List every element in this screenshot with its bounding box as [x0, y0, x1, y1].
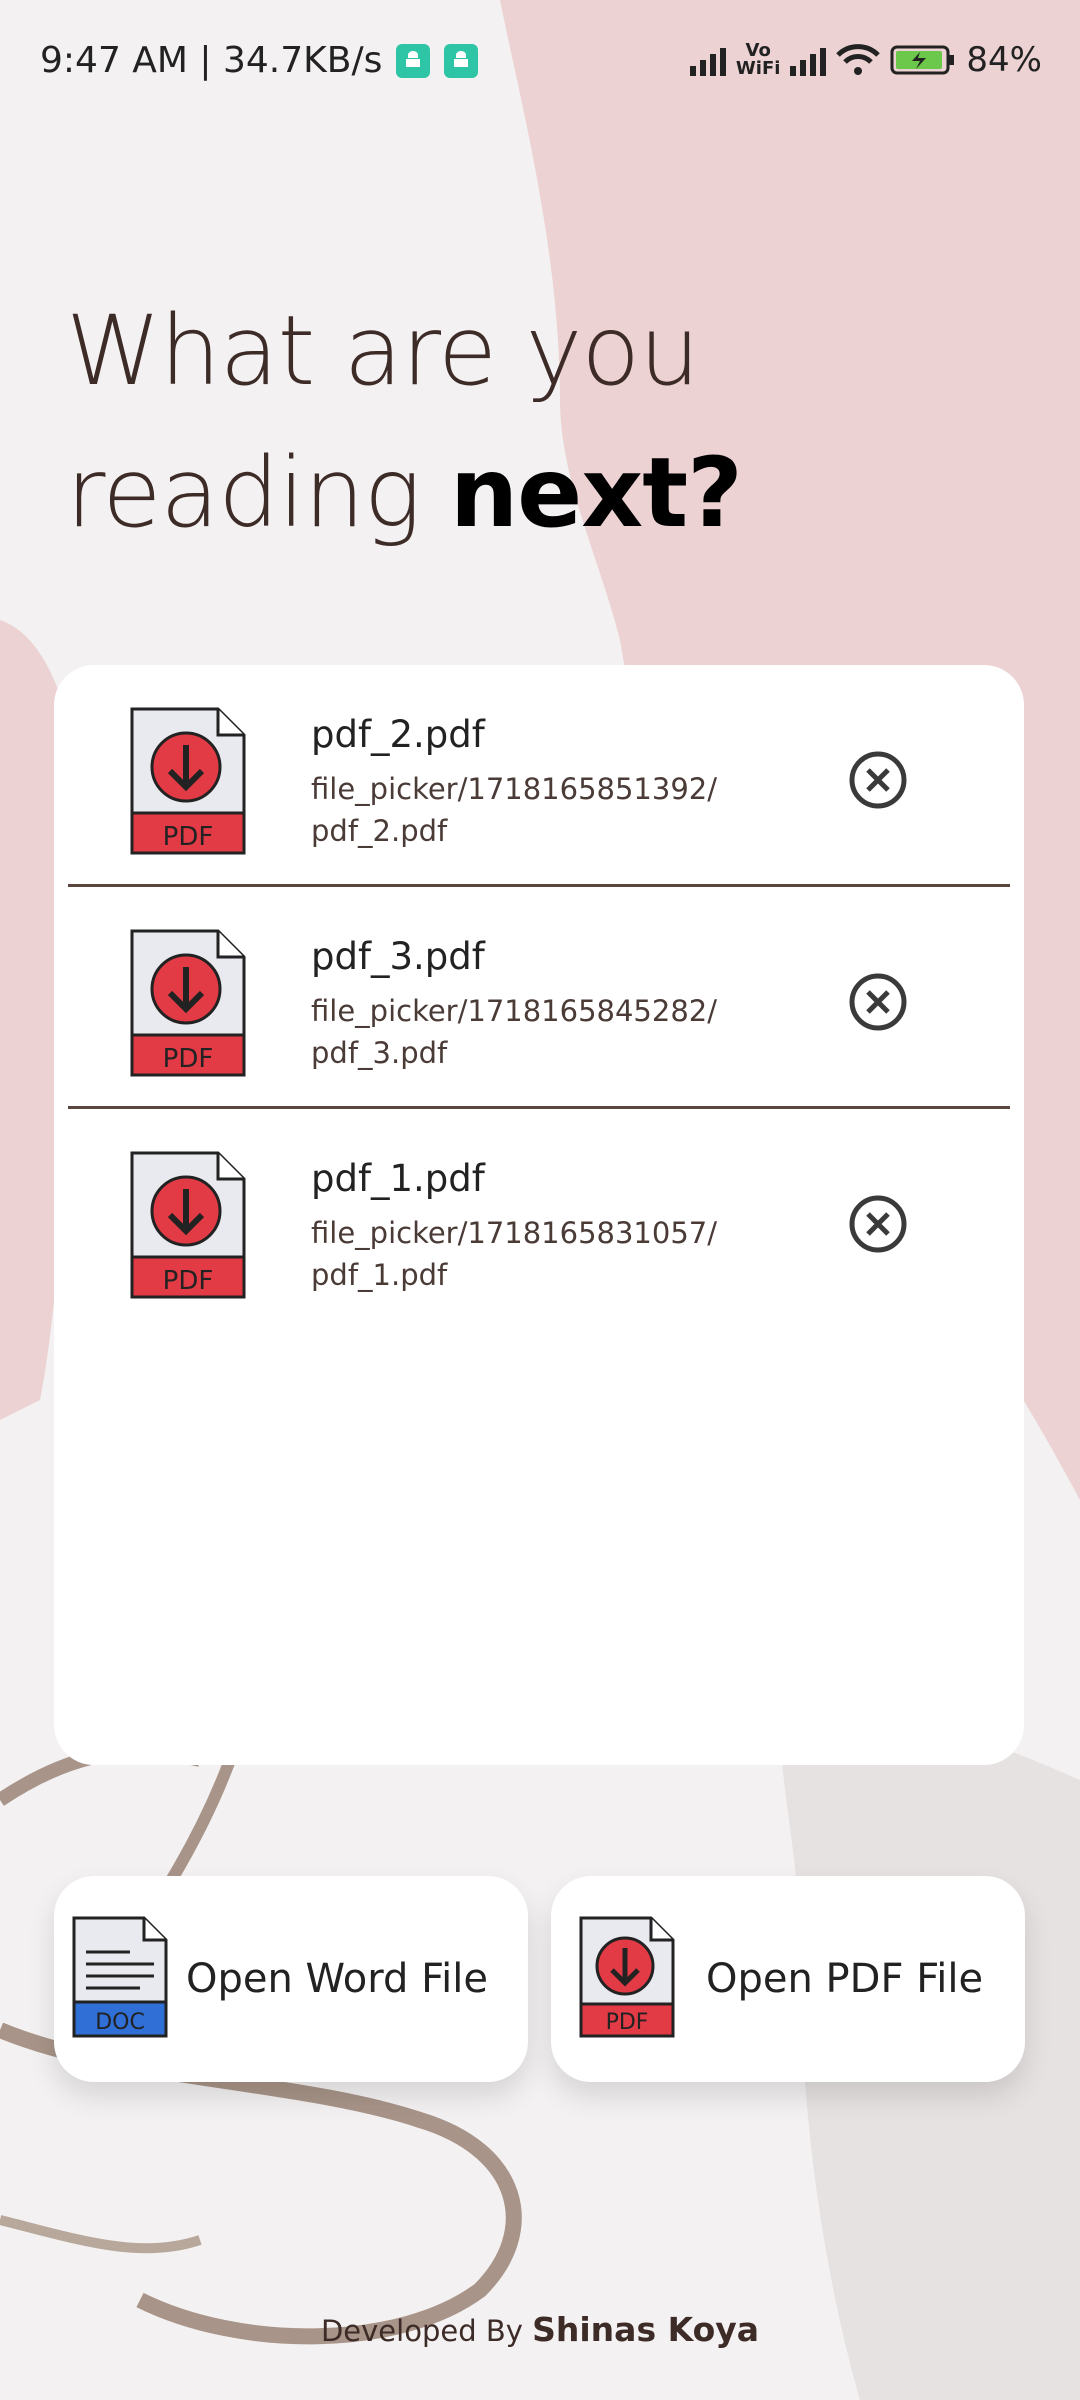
- title-line-2: reading next?: [66, 422, 743, 564]
- open-word-file-button[interactable]: DOC Open Word File: [54, 1876, 528, 2082]
- svg-text:PDF: PDF: [163, 1266, 214, 1296]
- file-path: file_picker/1718165831057/ pdf_1.pdf: [311, 1212, 731, 1296]
- status-bar: 9:47 AM | 34.7KB/s Vo WiFi 84%: [0, 0, 1080, 130]
- pdf-file-icon: PDF: [579, 1916, 675, 2038]
- svg-text:PDF: PDF: [163, 822, 214, 852]
- title-regular: reading: [66, 437, 450, 549]
- svg-text:PDF: PDF: [606, 2010, 649, 2035]
- svg-text:PDF: PDF: [163, 1044, 214, 1074]
- pdf-file-icon: PDF: [130, 929, 246, 1077]
- credit-author: Shinas Koya: [532, 2310, 760, 2349]
- file-path-line: file_picker/1718165831057/: [311, 1216, 717, 1250]
- remove-file-button[interactable]: [848, 750, 908, 810]
- file-path-line: file_picker/1718165851392/: [311, 772, 717, 806]
- vowifi-indicator: Vo WiFi: [736, 42, 781, 78]
- open-pdf-file-button[interactable]: PDF Open PDF File: [551, 1876, 1025, 2082]
- file-path-line: pdf_1.pdf: [311, 1258, 448, 1292]
- wifi-icon: [836, 44, 881, 75]
- status-right: Vo WiFi 84%: [689, 40, 1042, 80]
- android-notification-icon: [396, 43, 431, 78]
- doc-file-icon: DOC: [72, 1916, 168, 2038]
- file-path-line: file_picker/1718165845282/: [311, 994, 717, 1028]
- status-time-speed: 9:47 AM | 34.7KB/s: [40, 40, 383, 81]
- file-path: file_picker/1718165851392/ pdf_2.pdf: [311, 768, 731, 852]
- pdf-file-icon: PDF: [130, 1151, 246, 1299]
- file-name: pdf_2.pdf: [311, 713, 485, 756]
- signal-icon: [790, 44, 827, 76]
- remove-file-button[interactable]: [848, 972, 908, 1032]
- file-name: pdf_3.pdf: [311, 935, 485, 978]
- developer-credit: Developed By Shinas Koya: [0, 2310, 1080, 2349]
- signal-icon: [689, 44, 726, 76]
- pdf-file-icon: PDF: [130, 707, 246, 855]
- file-name: pdf_1.pdf: [311, 1157, 485, 1200]
- battery-percent: 84%: [966, 40, 1042, 80]
- file-row[interactable]: PDF pdf_2.pdf file_picker/1718165851392/…: [54, 665, 1024, 887]
- credit-prefix: Developed By: [320, 2314, 533, 2348]
- open-pdf-label: Open PDF File: [706, 1956, 984, 2002]
- title-bold: next?: [449, 437, 743, 549]
- remove-file-button[interactable]: [848, 1194, 908, 1254]
- recent-files-card: PDF pdf_2.pdf file_picker/1718165851392/…: [54, 665, 1024, 1765]
- android-notification-icon: [444, 43, 479, 78]
- svg-text:DOC: DOC: [95, 2010, 145, 2035]
- battery-icon: [890, 45, 955, 75]
- title-line-1: What are you: [66, 295, 700, 407]
- file-path-line: pdf_2.pdf: [311, 814, 448, 848]
- file-row[interactable]: PDF pdf_3.pdf file_picker/1718165845282/…: [54, 887, 1024, 1109]
- vowifi-bottom: WiFi: [735, 58, 781, 79]
- page-title: What are you reading next?: [66, 280, 743, 564]
- file-path-line: pdf_3.pdf: [311, 1036, 448, 1070]
- file-path: file_picker/1718165845282/ pdf_3.pdf: [311, 990, 731, 1074]
- open-word-label: Open Word File: [186, 1956, 489, 2002]
- status-left: 9:47 AM | 34.7KB/s: [40, 40, 479, 81]
- file-row[interactable]: PDF pdf_1.pdf file_picker/1718165831057/…: [54, 1109, 1024, 1331]
